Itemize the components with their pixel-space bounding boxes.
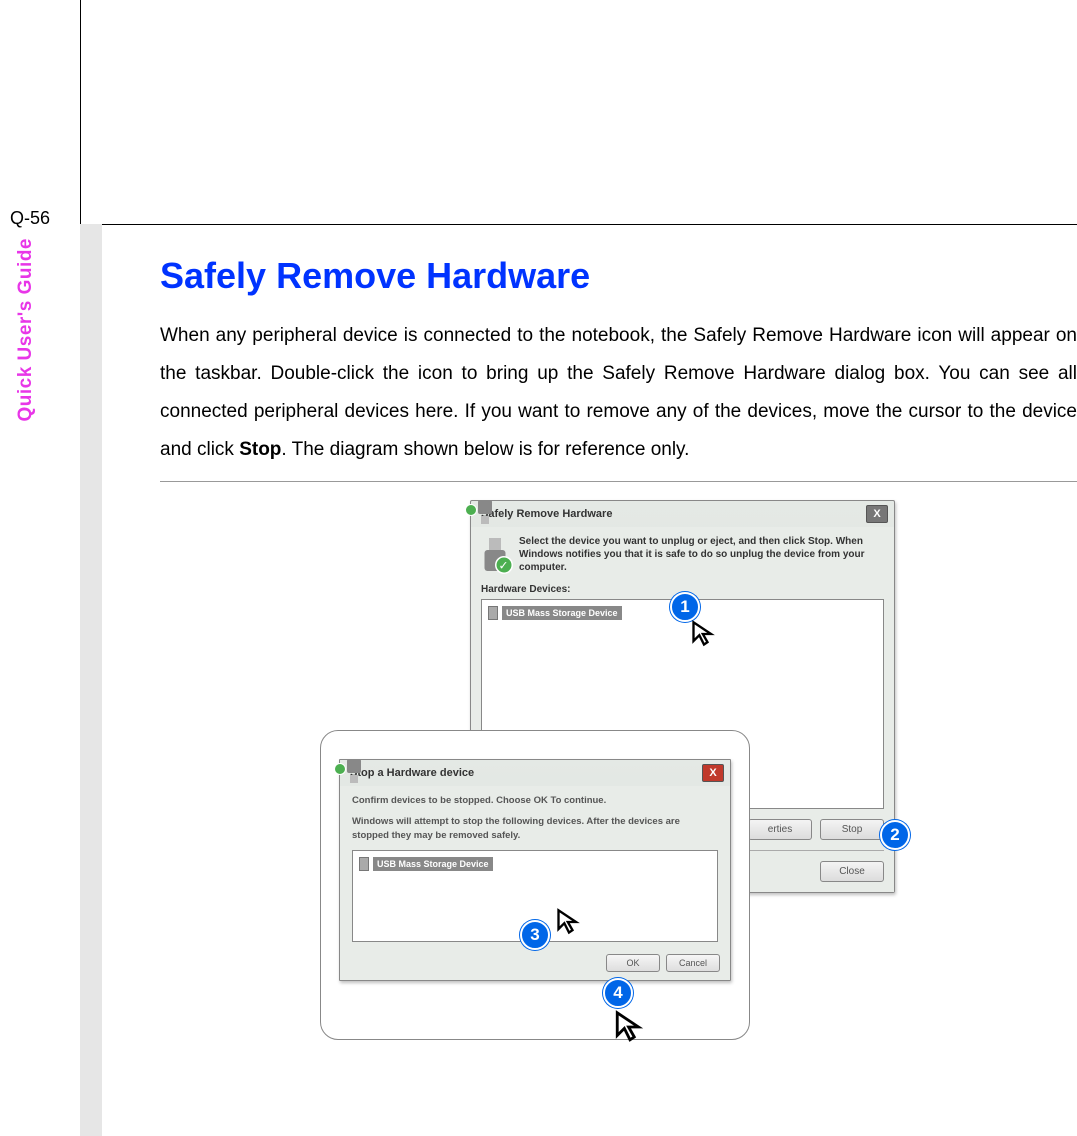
usb-small-icon [488, 606, 498, 620]
page-title: Safely Remove Hardware [160, 255, 1077, 297]
stop-dialog-frame: Stop a Hardware device X Confirm devices… [320, 730, 750, 1040]
device-label: USB Mass Storage Device [373, 857, 493, 871]
dialog1-instruction: Select the device you want to unplug or … [519, 535, 884, 574]
diagram: Safely Remove Hardware X ✓ Select the de… [320, 500, 920, 1060]
dialog1-title: Safely Remove Hardware [481, 508, 612, 520]
dialog2-title: Stop a Hardware device [350, 767, 474, 779]
para-text-2: . The diagram shown below is for referen… [281, 439, 689, 460]
step-badge-1: 1 [670, 592, 700, 622]
top-rule [80, 224, 1077, 225]
close-button[interactable]: Close [820, 861, 884, 882]
cursor-icon [690, 620, 718, 648]
dialog2-line2: Windows will attempt to stop the followi… [352, 815, 718, 842]
body-paragraph: When any peripheral device is connected … [160, 317, 1077, 469]
step-badge-4: 4 [603, 978, 633, 1008]
grey-strip [80, 224, 102, 1136]
usb-small-icon [359, 857, 369, 871]
cancel-button[interactable]: Cancel [666, 954, 720, 972]
cursor-icon [555, 908, 583, 936]
properties-button[interactable]: erties [748, 819, 812, 840]
list-item[interactable]: USB Mass Storage Device [359, 857, 493, 871]
stop-word: Stop [239, 439, 281, 460]
close-icon[interactable]: X [866, 505, 888, 523]
content-area: Safely Remove Hardware When any peripher… [160, 255, 1077, 482]
step-badge-2: 2 [880, 820, 910, 850]
cursor-icon [613, 1010, 647, 1044]
step-badge-3: 3 [520, 920, 550, 950]
stop-button[interactable]: Stop [820, 819, 884, 840]
list-item[interactable]: USB Mass Storage Device [488, 606, 622, 620]
dialog2-titlebar: Stop a Hardware device X [340, 760, 730, 786]
dialog2-line1: Confirm devices to be stopped. Choose OK… [352, 794, 718, 807]
usb-info-icon: ✓ [481, 535, 509, 570]
page-number: Q-56 [10, 208, 50, 229]
horizontal-rule [160, 481, 1077, 482]
sidebar-tab: Quick User's Guide [15, 238, 37, 422]
device-label: USB Mass Storage Device [502, 606, 622, 620]
dialog1-titlebar: Safely Remove Hardware X [471, 501, 894, 527]
ok-button[interactable]: OK [606, 954, 660, 972]
close-icon[interactable]: X [702, 764, 724, 782]
